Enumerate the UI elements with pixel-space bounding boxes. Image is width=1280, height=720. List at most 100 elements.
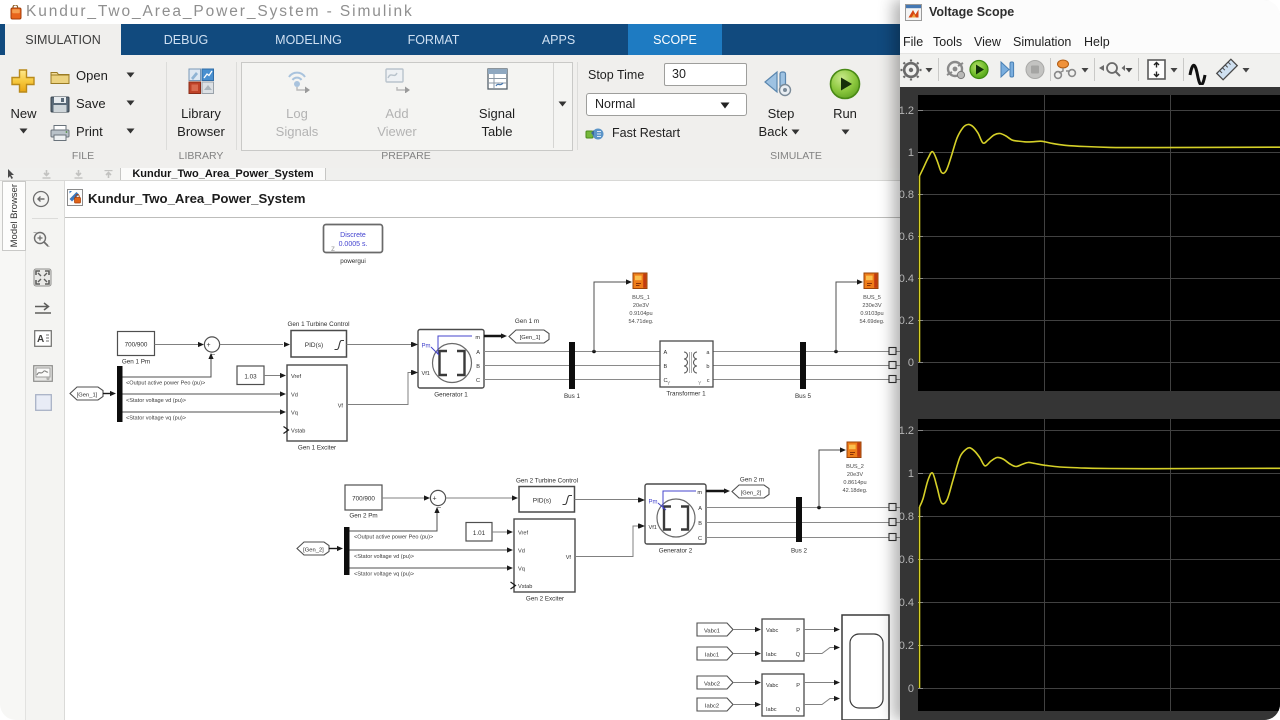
svg-text:Gen 1 Turbine Control: Gen 1 Turbine Control xyxy=(288,321,350,328)
svg-text:0.2: 0.2 xyxy=(900,315,914,327)
svg-text:A: A xyxy=(37,334,44,345)
svg-text:54.69deg.: 54.69deg. xyxy=(860,319,885,325)
svg-text:1.2: 1.2 xyxy=(900,425,914,437)
svg-text:<Stator voltage vd (pu)>: <Stator voltage vd (pu)> xyxy=(126,398,186,404)
svg-text:Generator 2: Generator 2 xyxy=(659,548,693,555)
svg-text:powergui: powergui xyxy=(340,258,366,265)
svg-text:Vf1: Vf1 xyxy=(422,371,430,377)
svg-text:Vf: Vf xyxy=(338,404,344,410)
svg-text:700/900: 700/900 xyxy=(125,342,148,349)
svg-text:Pm: Pm xyxy=(422,344,431,350)
svg-text:B: B xyxy=(698,521,702,527)
svg-text:z: z xyxy=(331,244,335,253)
svg-text:Vstab: Vstab xyxy=(291,429,305,435)
svg-text:A: A xyxy=(476,350,480,356)
svg-text:<Output active power Peo (pu: <Output active power Peo (pu)> xyxy=(126,381,205,387)
svg-text:20e3V: 20e3V xyxy=(847,472,863,478)
svg-text:PID(s): PID(s) xyxy=(533,498,551,505)
svg-text:Gen 2 Exciter: Gen 2 Exciter xyxy=(526,596,564,603)
svg-text:<Stator voltage vd (pu)>: <Stator voltage vd (pu)> xyxy=(354,554,414,560)
svg-text:20e3V: 20e3V xyxy=(633,303,649,309)
svg-text:C: C xyxy=(698,536,702,542)
svg-text:Vq: Vq xyxy=(518,567,525,573)
svg-text:<Stator voltage vq (pu)>: <Stator voltage vq (pu)> xyxy=(126,416,186,422)
svg-text:Gen 1 m: Gen 1 m xyxy=(515,318,539,325)
svg-text:<Output active power Peo (pu: <Output active power Peo (pu)> xyxy=(354,535,433,541)
svg-text:PID(s): PID(s) xyxy=(305,342,323,349)
svg-text:Iabc2: Iabc2 xyxy=(705,703,719,709)
svg-text:Q: Q xyxy=(796,707,801,713)
svg-text:700/900: 700/900 xyxy=(352,496,375,503)
svg-text:0.9104pu: 0.9104pu xyxy=(629,311,652,317)
svg-text:BUS_1: BUS_1 xyxy=(632,295,650,301)
svg-text:Vd: Vd xyxy=(291,393,298,399)
svg-text:Vd: Vd xyxy=(518,549,525,555)
svg-text:[Gen_2]: [Gen_2] xyxy=(741,490,762,496)
svg-text:Vq: Vq xyxy=(291,411,298,417)
svg-text:BUS_2: BUS_2 xyxy=(846,464,864,470)
svg-text:A: A xyxy=(664,350,668,356)
svg-text:230e3V: 230e3V xyxy=(862,303,882,309)
svg-text:[Gen_1]: [Gen_1] xyxy=(520,335,541,341)
svg-text:m: m xyxy=(475,335,480,341)
svg-text:BUS_5: BUS_5 xyxy=(863,295,881,301)
svg-text:Vabc: Vabc xyxy=(766,683,779,689)
svg-text:Gen 2 Pm: Gen 2 Pm xyxy=(349,513,377,520)
svg-text:0: 0 xyxy=(908,683,914,695)
svg-text:Discrete: Discrete xyxy=(340,232,366,239)
svg-text:P: P xyxy=(796,683,800,689)
svg-text:Gen 1 Exciter: Gen 1 Exciter xyxy=(298,445,336,452)
svg-text:Kundur_Two_Area_Power_System: Kundur_Two_Area_Power_System xyxy=(88,191,305,206)
svg-text:42.18deg.: 42.18deg. xyxy=(843,488,868,494)
svg-text:0.4: 0.4 xyxy=(900,273,914,285)
svg-text:Iabc1: Iabc1 xyxy=(705,652,719,658)
svg-text:C: C xyxy=(476,378,480,384)
svg-text:+: + xyxy=(207,342,211,349)
svg-text:Gen 2 Turbine Control: Gen 2 Turbine Control xyxy=(516,478,578,485)
svg-text:0.9103pu: 0.9103pu xyxy=(860,311,883,317)
svg-text:1.01: 1.01 xyxy=(473,530,486,537)
svg-text:A: A xyxy=(698,506,702,512)
svg-text:0.6: 0.6 xyxy=(900,554,914,566)
svg-text:54.71deg.: 54.71deg. xyxy=(629,319,654,325)
svg-text:0: 0 xyxy=(908,357,914,369)
svg-text:[Gen_1]: [Gen_1] xyxy=(77,392,98,398)
svg-text:[Gen_2]: [Gen_2] xyxy=(303,547,324,553)
svg-text:0.8: 0.8 xyxy=(900,511,914,523)
svg-text:0.6: 0.6 xyxy=(900,231,914,243)
svg-text:_: _ xyxy=(436,502,441,509)
svg-text:0.2: 0.2 xyxy=(900,640,914,652)
svg-text:1: 1 xyxy=(908,468,914,480)
svg-text:Vref: Vref xyxy=(291,374,301,380)
svg-text:m: m xyxy=(697,490,702,496)
svg-text:<Stator voltage vq (pu)>: <Stator voltage vq (pu)> xyxy=(354,572,414,578)
svg-text:0.4: 0.4 xyxy=(900,597,914,609)
svg-text:b: b xyxy=(706,364,709,370)
svg-text:Bus 1: Bus 1 xyxy=(564,393,581,400)
svg-text:P: P xyxy=(796,628,800,634)
svg-text:Vf1: Vf1 xyxy=(649,525,657,531)
svg-text:B: B xyxy=(476,364,480,370)
svg-text:Vabc2: Vabc2 xyxy=(704,681,720,687)
svg-text:Vref: Vref xyxy=(518,531,528,537)
svg-text:Pm: Pm xyxy=(649,500,658,506)
svg-text:0.8614pu: 0.8614pu xyxy=(843,480,866,486)
svg-text:Generator 1: Generator 1 xyxy=(434,392,468,399)
svg-text:Iabc: Iabc xyxy=(766,652,777,658)
svg-text:Bus 5: Bus 5 xyxy=(795,393,812,400)
svg-text:+: + xyxy=(433,496,437,503)
svg-text:1.2: 1.2 xyxy=(900,105,914,117)
svg-text:Iabc: Iabc xyxy=(766,707,777,713)
svg-text:1: 1 xyxy=(908,147,914,159)
svg-text:0.0005 s.: 0.0005 s. xyxy=(339,241,368,248)
svg-text:Vstab: Vstab xyxy=(518,584,532,590)
svg-text:Gen 2 m: Gen 2 m xyxy=(740,477,764,484)
svg-text:Transformer 1: Transformer 1 xyxy=(666,391,706,398)
svg-text:Vabc: Vabc xyxy=(766,628,779,634)
svg-text:c: c xyxy=(707,378,710,384)
svg-text:Vabc1: Vabc1 xyxy=(704,628,720,634)
svg-text:Gen 1 Pm: Gen 1 Pm xyxy=(122,359,150,366)
svg-text:0.8: 0.8 xyxy=(900,189,914,201)
svg-text:1.03: 1.03 xyxy=(244,374,257,381)
svg-text:Vf: Vf xyxy=(566,555,572,561)
